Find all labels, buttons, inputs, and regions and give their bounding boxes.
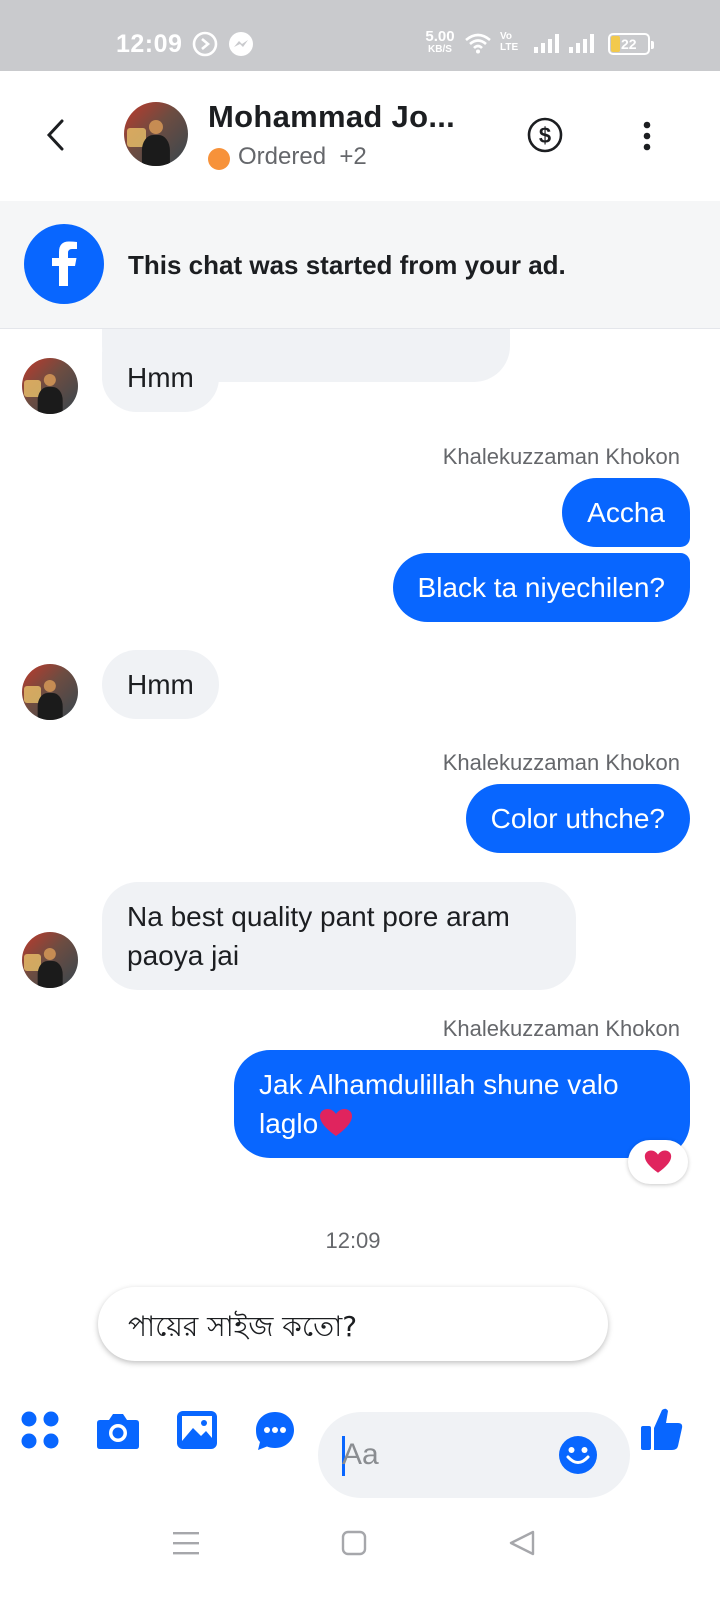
back-triangle-icon[interactable] [508,1530,536,1556]
incoming-avatar[interactable] [22,932,78,988]
sender-name: Khalekuzzaman Khokon [442,750,680,775]
chat-header [0,71,720,201]
message-line: paoya jai [127,940,240,971]
sender-name: Khalekuzzaman Khokon [442,1016,680,1041]
sender-name: Khalekuzzaman Khokon [442,444,680,469]
ad-banner-text: This chat was started from your ad. [128,250,566,280]
incoming-message-bubble[interactable]: Na best quality pant pore aram paoya jai [102,882,576,990]
contact-status[interactable]: Ordered +2 [238,143,367,171]
emoji-icon[interactable] [558,1435,598,1475]
message-line: Na best quality pant pore aram [127,901,510,932]
suggested-reply-chip[interactable]: পায়ের সাইজ কতো? [98,1287,608,1361]
contact-avatar[interactable] [124,102,188,166]
status-time: 12:09 [116,30,183,58]
message-line: Jak Alhamdulillah shune valo [259,1069,619,1100]
signal-sim2-icon [569,34,594,53]
outgoing-message-bubble[interactable]: Black ta niyechilen? [392,553,690,622]
chat-bubble-icon[interactable] [254,1410,296,1452]
incoming-message-bubble[interactable]: Hmm [102,343,219,412]
dollar-payment-icon[interactable]: $ [526,116,564,154]
volte-top-label: Vo [500,31,513,42]
contact-name[interactable]: Mohammad Jo... [208,99,455,135]
message-reaction[interactable] [628,1140,688,1184]
battery-percent: 22 [621,36,637,52]
network-speed-value: 5.00 [425,28,455,45]
svg-text:$: $ [539,123,551,148]
screen-record-icon [192,31,218,57]
message-input[interactable] [342,1432,542,1478]
incoming-avatar[interactable] [22,664,78,720]
outgoing-message-bubble[interactable]: Accha [562,478,690,547]
status-bar: 12:09 5.00 KB/S Vo LTE 22 [0,0,720,71]
camera-icon[interactable] [96,1412,140,1450]
thumbs-up-like-icon[interactable] [640,1406,684,1452]
incoming-avatar[interactable] [22,358,78,414]
messenger-notification-icon [229,32,253,56]
recent-apps-icon[interactable] [172,1530,200,1556]
battery-level-fill [611,36,620,52]
facebook-logo-icon [24,224,104,304]
more-actions-grid-icon[interactable] [20,1410,60,1450]
message-composer[interactable] [318,1412,630,1498]
incoming-message-bubble[interactable]: Hmm [102,650,219,719]
order-status-extra: +2 [339,143,367,170]
outgoing-message-bubble[interactable]: Jak Alhamdulillah shune valo laglo [234,1050,690,1158]
wifi-icon [465,33,491,54]
more-options-icon[interactable] [640,120,654,154]
network-speed: 5.00 KB/S [424,28,456,55]
home-button-icon[interactable] [341,1530,367,1556]
volte-bottom-label: LTE [500,42,519,53]
order-status-dot [208,148,230,170]
signal-sim1-icon [534,34,559,53]
battery-icon: 22 [608,33,654,55]
gallery-image-icon[interactable] [176,1410,218,1450]
heart-emoji-icon [320,1109,353,1136]
message-line: laglo [259,1104,665,1143]
order-status-label: Ordered [238,143,327,170]
message-timestamp: 12:09 [325,1228,381,1253]
network-speed-unit: KB/S [428,44,452,55]
heart-reaction-icon [644,1150,672,1173]
suggested-reply-text: পায়ের সাইজ কতো? [128,1310,358,1343]
outgoing-message-bubble[interactable]: Color uthche? [465,784,690,853]
volte-indicator: Vo LTE [500,31,524,53]
back-arrow-icon[interactable] [42,118,72,152]
